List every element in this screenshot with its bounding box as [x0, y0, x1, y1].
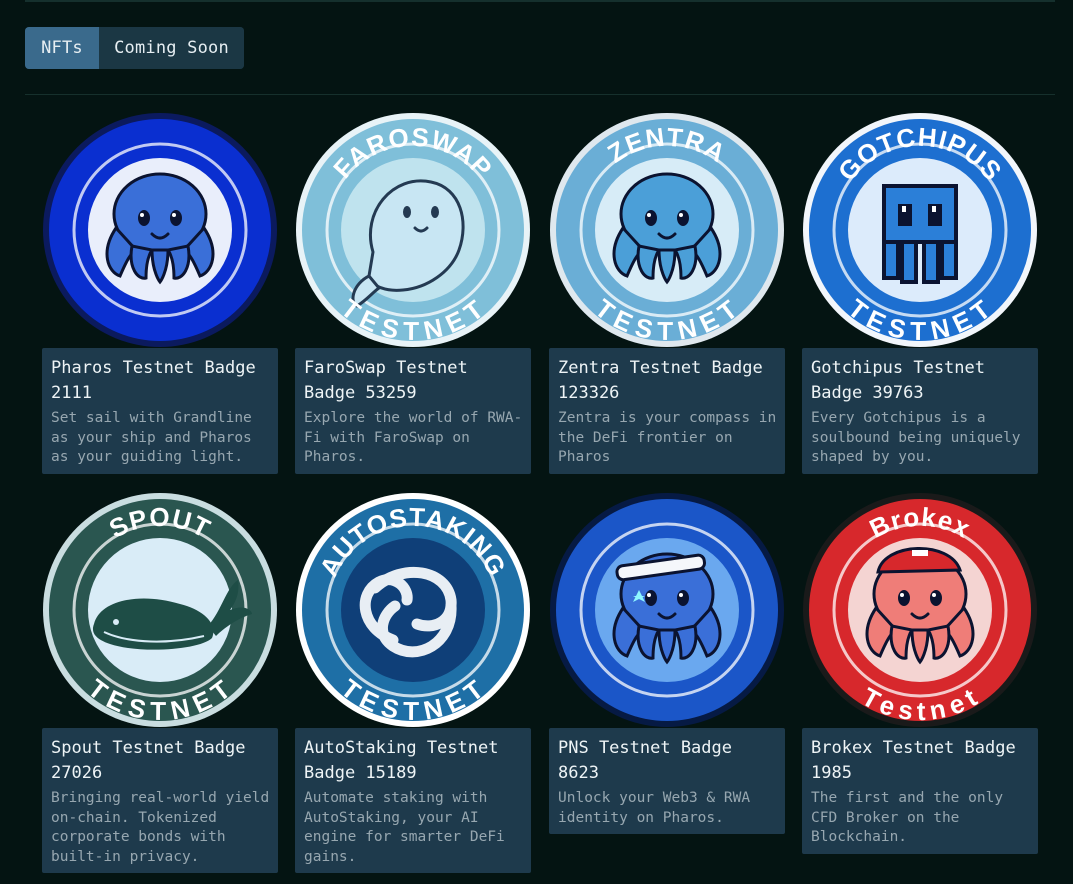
- tab-bar: NFTs Coming Soon: [25, 27, 244, 69]
- nft-info-panel: PNS Testnet Badge 8623 Unlock your Web3 &…: [549, 728, 785, 834]
- nft-title: Pharos Testnet Badge 2111: [51, 358, 256, 403]
- nft-info-panel: Spout Testnet Badge 27026 Bringing real-w…: [42, 728, 278, 873]
- tab-nfts[interactable]: NFTs: [25, 27, 99, 69]
- nft-description: Bringing real-world yield on-chain. Toke…: [51, 790, 270, 865]
- pixel-octopus-badge-icon[interactable]: GOTCHIPUS TESTNET: [802, 112, 1038, 348]
- nft-description: Zentra is your compass in the DeFi front…: [558, 410, 777, 465]
- nft-title: PNS Testnet Badge 8623: [558, 738, 732, 783]
- tab-coming-soon[interactable]: Coming Soon: [99, 27, 244, 69]
- nft-description: Every Gotchipus is a soulbound being uni…: [811, 410, 1021, 465]
- nft-info-panel: AutoStaking Testnet Badge 15189 Automate …: [295, 728, 531, 873]
- nft-title: AutoStaking Testnet Badge 15189: [304, 738, 499, 783]
- nft-title: Spout Testnet Badge 27026: [51, 738, 246, 783]
- octopus-badge-icon[interactable]: Brokex Testnet: [802, 492, 1038, 728]
- nft-info-panel: Gotchipus Testnet Badge 39763 Every Gotch…: [802, 348, 1038, 474]
- nft-info-panel: Pharos Testnet Badge 2111 Set sail with G…: [42, 348, 278, 474]
- nft-title: FaroSwap Testnet Badge 53259: [304, 358, 468, 403]
- nft-title: Brokex Testnet Badge 1985: [811, 738, 1016, 783]
- nft-description: Explore the world of RWA-Fi with FaroSwa…: [304, 410, 523, 465]
- octopus-badge-icon[interactable]: [42, 112, 278, 348]
- nft-info-panel: FaroSwap Testnet Badge 53259 Explore the …: [295, 348, 531, 474]
- octopus-badge-icon[interactable]: [549, 492, 785, 728]
- nft-description: The first and the only CFD Broker on the…: [811, 790, 1004, 845]
- nft-info-panel: Zentra Testnet Badge 123326 Zentra is you…: [549, 348, 785, 474]
- nft-info-panel: Brokex Testnet Badge 1985 The first and t…: [802, 728, 1038, 854]
- nft-description: Set sail with Grandline as your ship and…: [51, 410, 252, 465]
- nft-title: Gotchipus Testnet Badge 39763: [811, 358, 985, 403]
- top-divider: [25, 0, 1055, 2]
- whale-badge-icon[interactable]: SPOUT TESTNET: [42, 492, 278, 728]
- nft-title: Zentra Testnet Badge 123326: [558, 358, 763, 403]
- octopus-badge-icon[interactable]: ZENTRA TESTNET: [549, 112, 785, 348]
- nft-description: Automate staking with AutoStaking, your …: [304, 790, 505, 865]
- section-divider: [25, 94, 1055, 95]
- knot-badge-icon[interactable]: AUTOSTAKING TESTNET: [295, 492, 531, 728]
- nft-description: Unlock your Web3 & RWA identity on Pharo…: [558, 790, 751, 826]
- dolphin-badge-icon[interactable]: FAROSWAP TESTNET: [295, 112, 531, 348]
